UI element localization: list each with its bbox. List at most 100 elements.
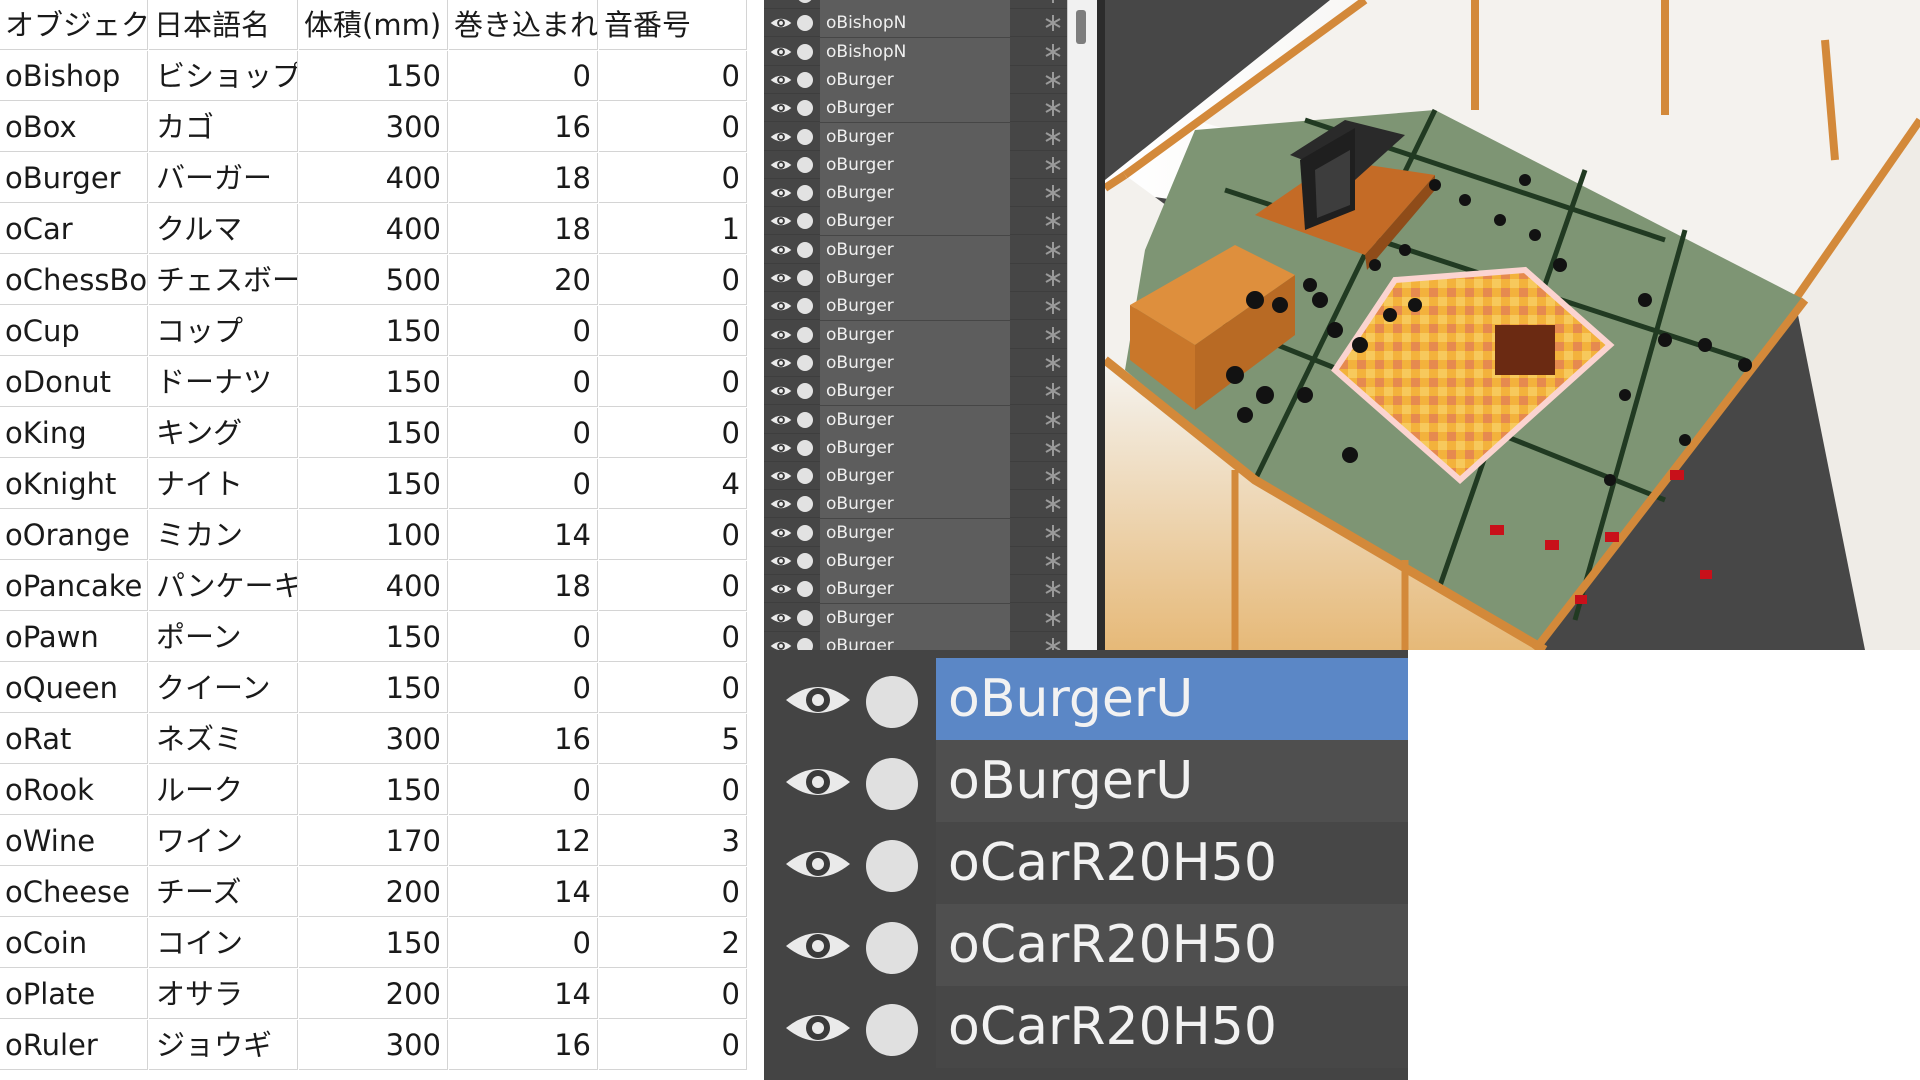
table-cell[interactable]: チーズ xyxy=(149,867,298,917)
table-cell[interactable]: 0 xyxy=(599,255,747,305)
explorer-scrollbar[interactable] xyxy=(1067,0,1097,650)
table-cell[interactable]: ナイト xyxy=(149,459,298,509)
table-cell[interactable]: パンケーキ xyxy=(149,561,298,611)
table-cell[interactable]: 400 xyxy=(299,561,448,611)
explorer-row[interactable]: oBurger xyxy=(764,405,1067,434)
eye-icon[interactable] xyxy=(770,184,792,202)
circle-dot-icon[interactable] xyxy=(797,185,813,202)
eye-icon[interactable] xyxy=(770,156,792,174)
table-cell[interactable]: ポーン xyxy=(149,612,298,662)
explorer-item-label[interactable]: oBurger xyxy=(820,122,1010,151)
table-cell[interactable]: 500 xyxy=(299,255,448,305)
eye-icon[interactable] xyxy=(770,495,792,513)
table-cell[interactable]: コイン xyxy=(149,918,298,968)
table-cell[interactable]: キング xyxy=(149,408,298,458)
eye-icon[interactable] xyxy=(770,524,792,542)
zoomed-list-row[interactable]: oCarR20H50 xyxy=(764,822,1408,904)
explorer-item-label[interactable]: oBurger xyxy=(820,150,1010,179)
table-cell[interactable]: 14 xyxy=(449,867,598,917)
explorer-item-label[interactable]: oBurger xyxy=(820,377,1010,406)
table-cell[interactable]: 14 xyxy=(449,510,598,560)
eye-icon[interactable] xyxy=(770,297,792,315)
eye-icon[interactable] xyxy=(770,269,792,287)
explorer-item-label[interactable]: oBurger xyxy=(820,547,1010,575)
circle-dot-icon[interactable] xyxy=(797,326,813,343)
explorer-item-label[interactable]: katamari xyxy=(820,0,1010,9)
table-cell[interactable]: 4 xyxy=(599,459,747,509)
circle-dot-icon[interactable] xyxy=(797,0,813,3)
explorer-row[interactable]: oBurger xyxy=(764,462,1067,491)
eye-icon[interactable] xyxy=(784,1008,852,1048)
snowflake-icon[interactable] xyxy=(1044,43,1062,61)
3d-viewport[interactable] xyxy=(1105,0,1920,650)
table-cell[interactable]: クルマ xyxy=(149,204,298,254)
table-cell[interactable]: oCheese xyxy=(0,867,148,917)
table-cell[interactable]: oRat xyxy=(0,714,148,764)
table-cell[interactable]: 0 xyxy=(449,51,598,101)
snowflake-icon[interactable] xyxy=(1044,524,1062,542)
explorer-row[interactable]: oBurger xyxy=(764,94,1067,123)
table-cell[interactable]: 100 xyxy=(299,510,448,560)
zoomed-list-row[interactable]: oBurgerU xyxy=(764,658,1408,740)
table-cell[interactable]: 0 xyxy=(599,510,747,560)
snowflake-icon[interactable] xyxy=(1044,439,1062,457)
eye-icon[interactable] xyxy=(770,354,792,372)
table-cell[interactable]: バーガー xyxy=(149,153,298,203)
circle-dot-icon[interactable] xyxy=(866,676,918,728)
table-cell[interactable]: 0 xyxy=(449,612,598,662)
explorer-row[interactable]: oBurger xyxy=(764,490,1067,519)
table-cell[interactable]: ルーク xyxy=(149,765,298,815)
snowflake-icon[interactable] xyxy=(1044,241,1062,259)
table-cell[interactable]: ジョウギ xyxy=(149,1020,298,1070)
eye-icon[interactable] xyxy=(770,71,792,89)
zoomed-list-row[interactable]: oBurgerU xyxy=(764,740,1408,822)
eye-icon[interactable] xyxy=(770,382,792,400)
explorer-item-label[interactable]: oBurger xyxy=(820,235,1010,264)
snowflake-icon[interactable] xyxy=(1044,0,1062,4)
table-cell[interactable]: 0 xyxy=(599,51,747,101)
table-cell[interactable]: oCar xyxy=(0,204,148,254)
scrollbar-thumb[interactable] xyxy=(1076,10,1086,44)
table-cell[interactable]: 150 xyxy=(299,918,448,968)
table-cell[interactable]: ドーナツ xyxy=(149,357,298,407)
explorer-row[interactable]: oBurger xyxy=(764,547,1067,575)
circle-dot-icon[interactable] xyxy=(797,241,813,258)
snowflake-icon[interactable] xyxy=(1044,99,1062,117)
eye-icon[interactable] xyxy=(770,0,792,4)
circle-dot-icon[interactable] xyxy=(866,1004,918,1056)
table-cell[interactable]: 0 xyxy=(449,306,598,356)
snowflake-icon[interactable] xyxy=(1044,184,1062,202)
table-cell[interactable]: 150 xyxy=(299,408,448,458)
zoomed-list-row[interactable]: oCarR20H50 xyxy=(764,904,1408,986)
explorer-item-label[interactable]: oBurger xyxy=(820,94,1010,123)
table-cell[interactable]: 0 xyxy=(449,765,598,815)
table-cell[interactable]: ネズミ xyxy=(149,714,298,764)
circle-dot-icon[interactable] xyxy=(797,439,813,456)
table-cell[interactable]: oRuler xyxy=(0,1020,148,1070)
table-cell[interactable]: 170 xyxy=(299,816,448,866)
table-cell[interactable]: 0 xyxy=(599,357,747,407)
explorer-row[interactable]: oBurger xyxy=(764,235,1067,264)
circle-dot-icon[interactable] xyxy=(797,128,813,145)
eye-icon[interactable] xyxy=(770,411,792,429)
circle-dot-icon[interactable] xyxy=(797,15,813,32)
table-cell[interactable]: チェスボー xyxy=(149,255,298,305)
table-cell[interactable]: 150 xyxy=(299,459,448,509)
eye-icon[interactable] xyxy=(770,467,792,485)
table-cell[interactable]: 0 xyxy=(599,663,747,713)
eye-icon[interactable] xyxy=(784,680,852,720)
explorer-row[interactable]: oBurger xyxy=(764,264,1067,292)
table-cell[interactable]: 0 xyxy=(599,867,747,917)
explorer-item-label[interactable]: oBishopN xyxy=(820,37,1010,66)
eye-icon[interactable] xyxy=(770,439,792,457)
circle-dot-icon[interactable] xyxy=(797,581,813,598)
explorer-row[interactable]: oBishopN xyxy=(764,9,1067,38)
snowflake-icon[interactable] xyxy=(1044,71,1062,89)
table-cell[interactable]: oBurger xyxy=(0,153,148,203)
table-cell[interactable]: 2 xyxy=(599,918,747,968)
eye-icon[interactable] xyxy=(784,844,852,884)
table-cell[interactable]: 0 xyxy=(599,102,747,152)
snowflake-icon[interactable] xyxy=(1044,467,1062,485)
explorer-row[interactable]: oBurger xyxy=(764,207,1067,236)
explorer-item-label[interactable]: oBurger xyxy=(820,603,1010,632)
